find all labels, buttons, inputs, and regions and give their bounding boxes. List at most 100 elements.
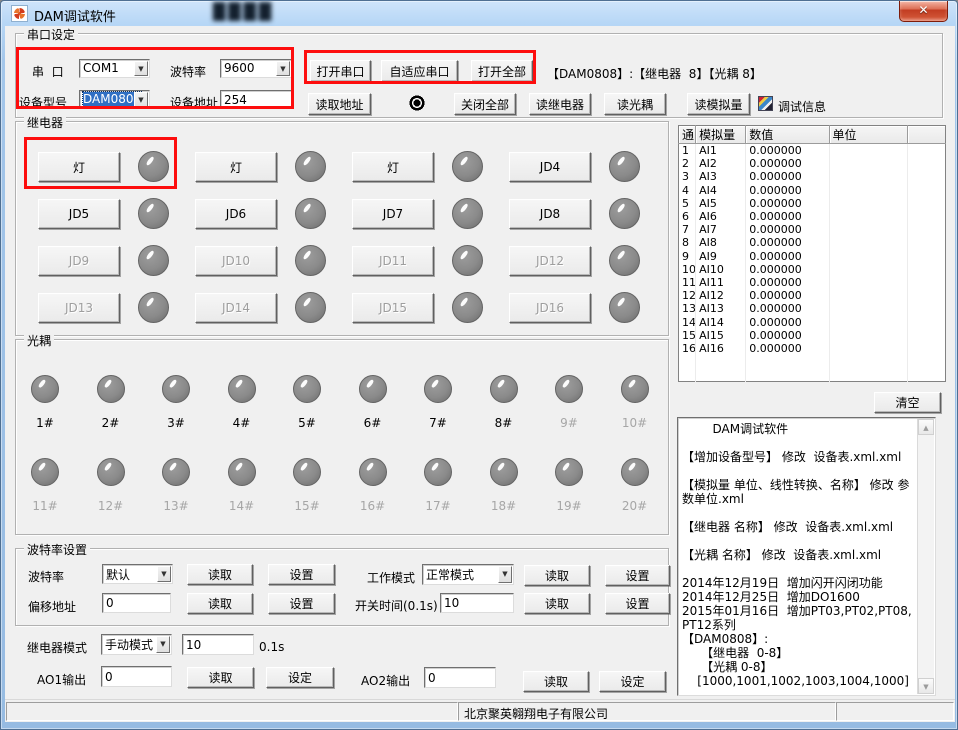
relay-button-13[interactable]: JD13 xyxy=(38,293,120,323)
relay-button-10[interactable]: JD10 xyxy=(195,246,277,276)
table-row[interactable]: 9AI90.000000 xyxy=(679,250,946,263)
chevron-down-icon[interactable]: ▼ xyxy=(157,566,171,582)
relay-cell: JD7 xyxy=(338,198,495,245)
table-row[interactable]: 5AI50.000000 xyxy=(679,197,946,210)
relay-button-16[interactable]: JD16 xyxy=(509,293,591,323)
info-line: 【DAM0808】: xyxy=(682,632,915,646)
table-row[interactable]: 1AI10.000000 xyxy=(679,144,946,158)
chevron-down-icon[interactable]: ▼ xyxy=(134,61,148,76)
work-mode-read-button[interactable]: 读取 xyxy=(524,565,590,586)
relay-button-3[interactable]: 灯 xyxy=(352,152,434,182)
ao1-label: AO1输出 xyxy=(37,671,86,688)
info-scrollbar[interactable]: ▲ ▼ xyxy=(917,419,934,694)
open-all-button[interactable]: 打开全部 xyxy=(471,60,533,82)
read-analog-button[interactable]: 读模拟量 xyxy=(687,93,750,115)
scroll-up-icon[interactable]: ▲ xyxy=(918,419,934,435)
window-title: DAM调试软件 xyxy=(34,6,116,25)
table-cell: AI3 xyxy=(696,170,746,183)
opto-led-label: 8# xyxy=(484,416,524,430)
offset-address-input[interactable] xyxy=(102,593,171,613)
col-header-extra[interactable] xyxy=(907,126,945,144)
read-opto-button[interactable]: 读光耦 xyxy=(604,93,666,115)
relay-button-15[interactable]: JD15 xyxy=(352,293,434,323)
baudrate-combobox[interactable]: 9600 ▼ xyxy=(220,59,292,78)
ao1-input[interactable] xyxy=(101,666,172,687)
info-line: 【模拟量 单位、线性转换、名称】 修改 参数单位.xml xyxy=(682,478,915,506)
table-row[interactable]: 8AI80.000000 xyxy=(679,236,946,249)
read-relay-button[interactable]: 读继电器 xyxy=(529,93,591,115)
app-icon xyxy=(11,5,28,22)
scroll-down-icon[interactable]: ▼ xyxy=(918,678,934,694)
table-cell: AI11 xyxy=(696,276,746,289)
table-row[interactable]: 6AI60.000000 xyxy=(679,210,946,223)
table-row[interactable]: 7AI70.000000 xyxy=(679,223,946,236)
table-row[interactable] xyxy=(679,368,946,381)
relay-button-9[interactable]: JD9 xyxy=(38,246,120,276)
ao1-set-button[interactable]: 设定 xyxy=(266,667,334,688)
ao1-read-button[interactable]: 读取 xyxy=(187,667,254,688)
offset-read-button[interactable]: 读取 xyxy=(187,593,253,614)
device-model-combobox[interactable]: DAM0808 ▼ xyxy=(79,90,150,109)
clear-button[interactable]: 清空 xyxy=(874,392,941,413)
switch-time-read-button[interactable]: 读取 xyxy=(524,593,590,614)
table-row[interactable]: 10AI100.000000 xyxy=(679,263,946,276)
close-button[interactable]: ✕ xyxy=(899,1,948,22)
baud-read-button[interactable]: 读取 xyxy=(187,564,253,585)
offset-set-button[interactable]: 设置 xyxy=(268,593,335,614)
relay-mode-combobox[interactable]: 手动模式 ▼ xyxy=(101,634,172,655)
table-row[interactable]: 13AI130.000000 xyxy=(679,302,946,315)
ao2-set-button[interactable]: 设定 xyxy=(599,671,666,692)
opto-led-label: 9# xyxy=(549,416,589,430)
baudrate-label: 波特率 xyxy=(170,63,206,80)
ao2-input[interactable] xyxy=(424,667,496,688)
relay-button-14[interactable]: JD14 xyxy=(195,293,277,323)
device-address-input[interactable] xyxy=(220,90,292,109)
title-bar[interactable]: DAM调试软件 ████ ✕ xyxy=(1,1,958,26)
relay-cell: 灯 xyxy=(24,151,181,198)
relay-button-6[interactable]: JD6 xyxy=(195,199,277,229)
relay-button-11[interactable]: JD11 xyxy=(352,246,434,276)
auto-adapt-port-button[interactable]: 自适应串口 xyxy=(381,60,458,82)
relay-time-input[interactable] xyxy=(182,634,254,655)
switch-time-input[interactable] xyxy=(440,593,514,613)
col-header-unit[interactable]: 单位 xyxy=(829,126,907,144)
port-combobox[interactable]: COM1 ▼ xyxy=(79,59,150,78)
chevron-down-icon[interactable]: ▼ xyxy=(498,566,512,583)
relay-button-8[interactable]: JD8 xyxy=(509,199,591,229)
work-mode-set-button[interactable]: 设置 xyxy=(605,565,670,586)
relay-button-4[interactable]: JD4 xyxy=(509,152,591,182)
table-row[interactable]: 11AI110.000000 xyxy=(679,276,946,289)
chevron-down-icon[interactable]: ▼ xyxy=(134,92,148,107)
switch-time-set-button[interactable]: 设置 xyxy=(605,593,670,614)
opto-led-3# xyxy=(162,375,190,403)
relay-button-1[interactable]: 灯 xyxy=(38,152,120,182)
chevron-down-icon[interactable]: ▼ xyxy=(156,636,170,653)
col-header-channel[interactable]: 通 xyxy=(679,126,696,144)
relay-button-5[interactable]: JD5 xyxy=(38,199,120,229)
info-line: 2015年01月16日 增加PT03,PT02,PT08,PT12系列 xyxy=(682,604,915,632)
table-row[interactable]: 3AI30.000000 xyxy=(679,170,946,183)
relay-button-2[interactable]: 灯 xyxy=(195,152,277,182)
table-row[interactable]: 15AI150.000000 xyxy=(679,329,946,342)
ao2-read-button[interactable]: 读取 xyxy=(523,671,589,692)
table-row[interactable]: 4AI40.000000 xyxy=(679,184,946,197)
relay-button-7[interactable]: JD7 xyxy=(352,199,434,229)
relay-button-12[interactable]: JD12 xyxy=(509,246,591,276)
baud-combobox[interactable]: 默认 ▼ xyxy=(102,564,173,584)
table-cell xyxy=(696,355,746,368)
chevron-down-icon[interactable]: ▼ xyxy=(276,61,290,76)
opto-led-label: 3# xyxy=(156,416,196,430)
table-row[interactable]: 14AI140.000000 xyxy=(679,315,946,328)
table-row[interactable] xyxy=(679,355,946,368)
open-port-button[interactable]: 打开串口 xyxy=(310,60,371,82)
table-row[interactable]: 16AI160.000000 xyxy=(679,342,946,355)
table-row[interactable]: 12AI120.000000 xyxy=(679,289,946,302)
debug-info-label[interactable]: 调试信息 xyxy=(778,98,826,115)
read-address-button[interactable]: 读取地址 xyxy=(308,93,371,115)
col-header-value[interactable]: 数值 xyxy=(746,126,829,144)
work-mode-combobox[interactable]: 正常模式 ▼ xyxy=(422,564,514,585)
close-all-button[interactable]: 关闭全部 xyxy=(454,93,516,115)
baud-set-button[interactable]: 设置 xyxy=(268,564,335,585)
table-row[interactable]: 2AI20.000000 xyxy=(679,157,946,170)
col-header-analog[interactable]: 模拟量 xyxy=(696,126,746,144)
